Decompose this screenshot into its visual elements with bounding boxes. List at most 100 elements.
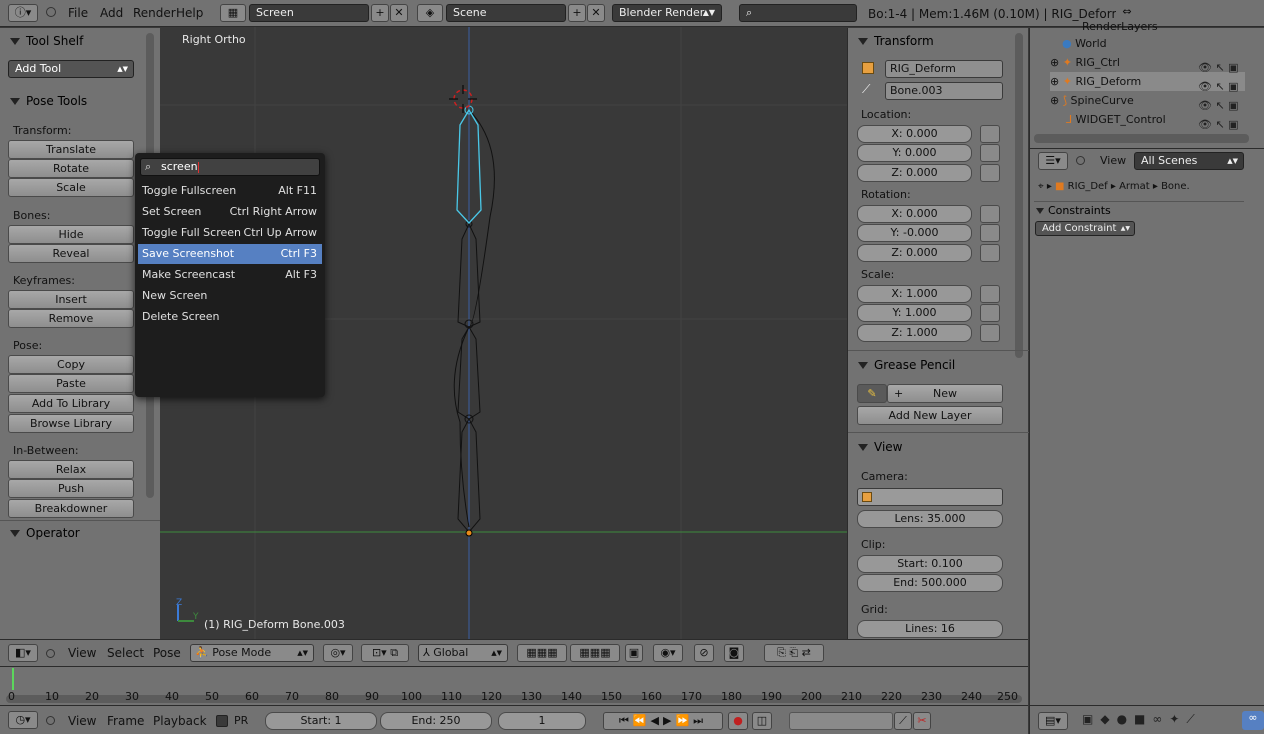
breakdowner-button[interactable]: Breakdowner <box>8 499 134 518</box>
search-result-item[interactable]: New Screen <box>138 286 322 306</box>
render-preview-icon[interactable]: ◙ <box>724 644 744 662</box>
push-button[interactable]: Push <box>8 479 134 498</box>
relax-button[interactable]: Relax <box>8 460 134 479</box>
search-result-item[interactable]: Set Screen Ctrl Right Arrow <box>138 202 322 222</box>
render-engine-dropdown[interactable]: Blender Render ▲▼ <box>612 4 722 22</box>
outliner-row[interactable]: ● World <box>1062 34 1252 53</box>
scene-field[interactable]: Scene <box>446 4 566 22</box>
insert-keyframe-icon[interactable]: ⟋ <box>894 712 912 730</box>
pencil-icon[interactable]: ✎ <box>857 384 887 403</box>
lens-field[interactable]: Lens: 35.000 <box>857 510 1003 528</box>
pose-copy-paste-icons[interactable]: ⎘ ⎗ ⇄ <box>764 644 824 662</box>
pin-icon[interactable]: ⌖ <box>1038 181 1044 192</box>
timeline-scrollbar[interactable] <box>6 695 1022 703</box>
tool-shelf-header[interactable]: Tool Shelf <box>10 34 83 48</box>
collapse-icon[interactable] <box>46 7 56 17</box>
reveal-button[interactable]: Reveal <box>8 244 134 263</box>
mode-dropdown[interactable]: ⛹ Pose Mode ▲▼ <box>190 644 314 662</box>
playback-controls[interactable]: ⏮⏪◀▶⏩⏭ <box>603 712 723 730</box>
screen-layout-icon[interactable]: ▦ <box>220 4 246 22</box>
lock-icon[interactable] <box>980 244 1000 262</box>
scale-x-field[interactable]: X: 1.000 <box>857 285 972 303</box>
transform-panel-header[interactable]: Transform <box>858 34 934 48</box>
layers-grid-b[interactable]: ▦▦▦ <box>570 644 620 662</box>
viewport-shading-icon[interactable]: ◎▾ <box>323 644 353 662</box>
3d-view-editor-icon[interactable]: ◧▾ <box>8 644 38 662</box>
search-field[interactable]: ⌕ <box>739 4 857 22</box>
preview-range-checkbox[interactable] <box>216 715 228 727</box>
lock-icon[interactable] <box>980 324 1000 342</box>
timeline-editor-icon[interactable]: ◷▾ <box>8 711 38 729</box>
translate-button[interactable]: Translate <box>8 140 134 159</box>
timeline-playback-menu[interactable]: Playback <box>153 714 207 728</box>
operator-header[interactable]: Operator <box>10 526 80 540</box>
rotation-x-field[interactable]: X: 0.000 <box>857 205 972 223</box>
breadcrumb-object[interactable]: RIG_Def <box>1068 181 1108 192</box>
lock-icon[interactable] <box>980 144 1000 162</box>
menu-render[interactable]: Render <box>133 0 176 27</box>
outliner-scrollbar[interactable] <box>1034 134 1249 143</box>
pose-tools-header[interactable]: Pose Tools <box>10 94 87 108</box>
browse-library-button[interactable]: Browse Library <box>8 414 134 433</box>
add-constraint-dropdown[interactable]: Add Constraint ▲▼ <box>1035 221 1135 236</box>
snap-icon[interactable]: ⊘ <box>694 644 714 662</box>
timeline-frame-menu[interactable]: Frame <box>107 714 144 728</box>
menu-file[interactable]: File <box>68 0 88 27</box>
scene-icon[interactable]: ◈ <box>417 4 443 22</box>
search-result-item[interactable]: Delete Screen <box>138 307 322 327</box>
current-frame-field[interactable]: 1 <box>498 712 586 730</box>
constraints-header[interactable]: Constraints <box>1036 204 1111 217</box>
remove-scene-icon[interactable]: ✕ <box>587 4 605 22</box>
view-panel-header[interactable]: View <box>858 440 902 454</box>
lock-icon[interactable] <box>980 205 1000 223</box>
search-result-item[interactable]: Make Screencast Alt F3 <box>138 265 322 285</box>
scale-button[interactable]: Scale <box>8 178 134 197</box>
pose-menu[interactable]: Pose <box>153 646 181 660</box>
search-result-item-selected[interactable]: Save Screenshot Ctrl F3 <box>138 244 322 264</box>
add-screen-icon[interactable]: + <box>371 4 389 22</box>
info-editor-icon[interactable]: ⓘ▾ <box>8 4 38 22</box>
add-scene-icon[interactable]: + <box>568 4 586 22</box>
camera-field[interactable] <box>857 488 1003 506</box>
collapse-icon[interactable] <box>46 649 55 658</box>
remove-screen-icon[interactable]: ✕ <box>390 4 408 22</box>
view-menu[interactable]: View <box>68 646 96 660</box>
new-layer-button[interactable]: + New <box>887 384 1003 403</box>
pivot-point-icon[interactable]: ⊡▾ ⧉ <box>361 644 409 662</box>
copy-button[interactable]: Copy <box>8 355 134 374</box>
screen-field[interactable]: Screen <box>249 4 369 22</box>
menu-add[interactable]: Add <box>100 0 123 27</box>
collapse-icon[interactable] <box>1076 156 1085 165</box>
location-z-field[interactable]: Z: 0.000 <box>857 164 972 182</box>
lock-icon[interactable] <box>980 125 1000 143</box>
clip-start-field[interactable]: Start: 0.100 <box>857 555 1003 573</box>
end-frame-field[interactable]: End: 250 <box>380 712 492 730</box>
layer-lock-icon[interactable]: ▣ <box>625 644 643 662</box>
lock-icon[interactable] <box>980 164 1000 182</box>
menu-help[interactable]: Help <box>176 0 203 27</box>
rotation-z-field[interactable]: Z: 0.000 <box>857 244 972 262</box>
timeline[interactable] <box>0 666 1028 705</box>
bone-name-field[interactable]: Bone.003 <box>885 82 1003 100</box>
remove-button[interactable]: Remove <box>8 309 134 328</box>
search-result-item[interactable]: Toggle Fullscreen Alt F11 <box>138 181 322 201</box>
grid-lines-field[interactable]: Lines: 16 <box>857 620 1003 638</box>
collapse-icon[interactable] <box>46 716 55 725</box>
hide-button[interactable]: Hide <box>8 225 134 244</box>
select-menu[interactable]: Select <box>107 646 144 660</box>
location-y-field[interactable]: Y: 0.000 <box>857 144 972 162</box>
outliner-view-menu[interactable]: View <box>1100 154 1126 167</box>
rotate-button[interactable]: Rotate <box>8 159 134 178</box>
visibility-icons[interactable]: 👁 ↖ ▣ 👁 ↖ ▣ 👁 ↖ ▣ 👁 ↖ ▣ <box>1198 58 1239 134</box>
scale-z-field[interactable]: Z: 1.000 <box>857 324 972 342</box>
outliner-editor-icon[interactable]: ☰▾ <box>1038 152 1068 170</box>
start-frame-field[interactable]: Start: 1 <box>265 712 377 730</box>
transform-orientation-dropdown[interactable]: ⅄ Global ▲▼ <box>418 644 508 662</box>
display-mode-dropdown[interactable]: All Scenes ▲▼ <box>1134 152 1244 170</box>
add-to-library-button[interactable]: Add To Library <box>8 394 134 413</box>
scale-y-field[interactable]: Y: 1.000 <box>857 304 972 322</box>
clip-end-field[interactable]: End: 500.000 <box>857 574 1003 592</box>
current-frame-indicator[interactable] <box>12 668 14 690</box>
record-icon[interactable]: ● <box>728 712 748 730</box>
rotation-y-field[interactable]: Y: -0.000 <box>857 224 972 242</box>
